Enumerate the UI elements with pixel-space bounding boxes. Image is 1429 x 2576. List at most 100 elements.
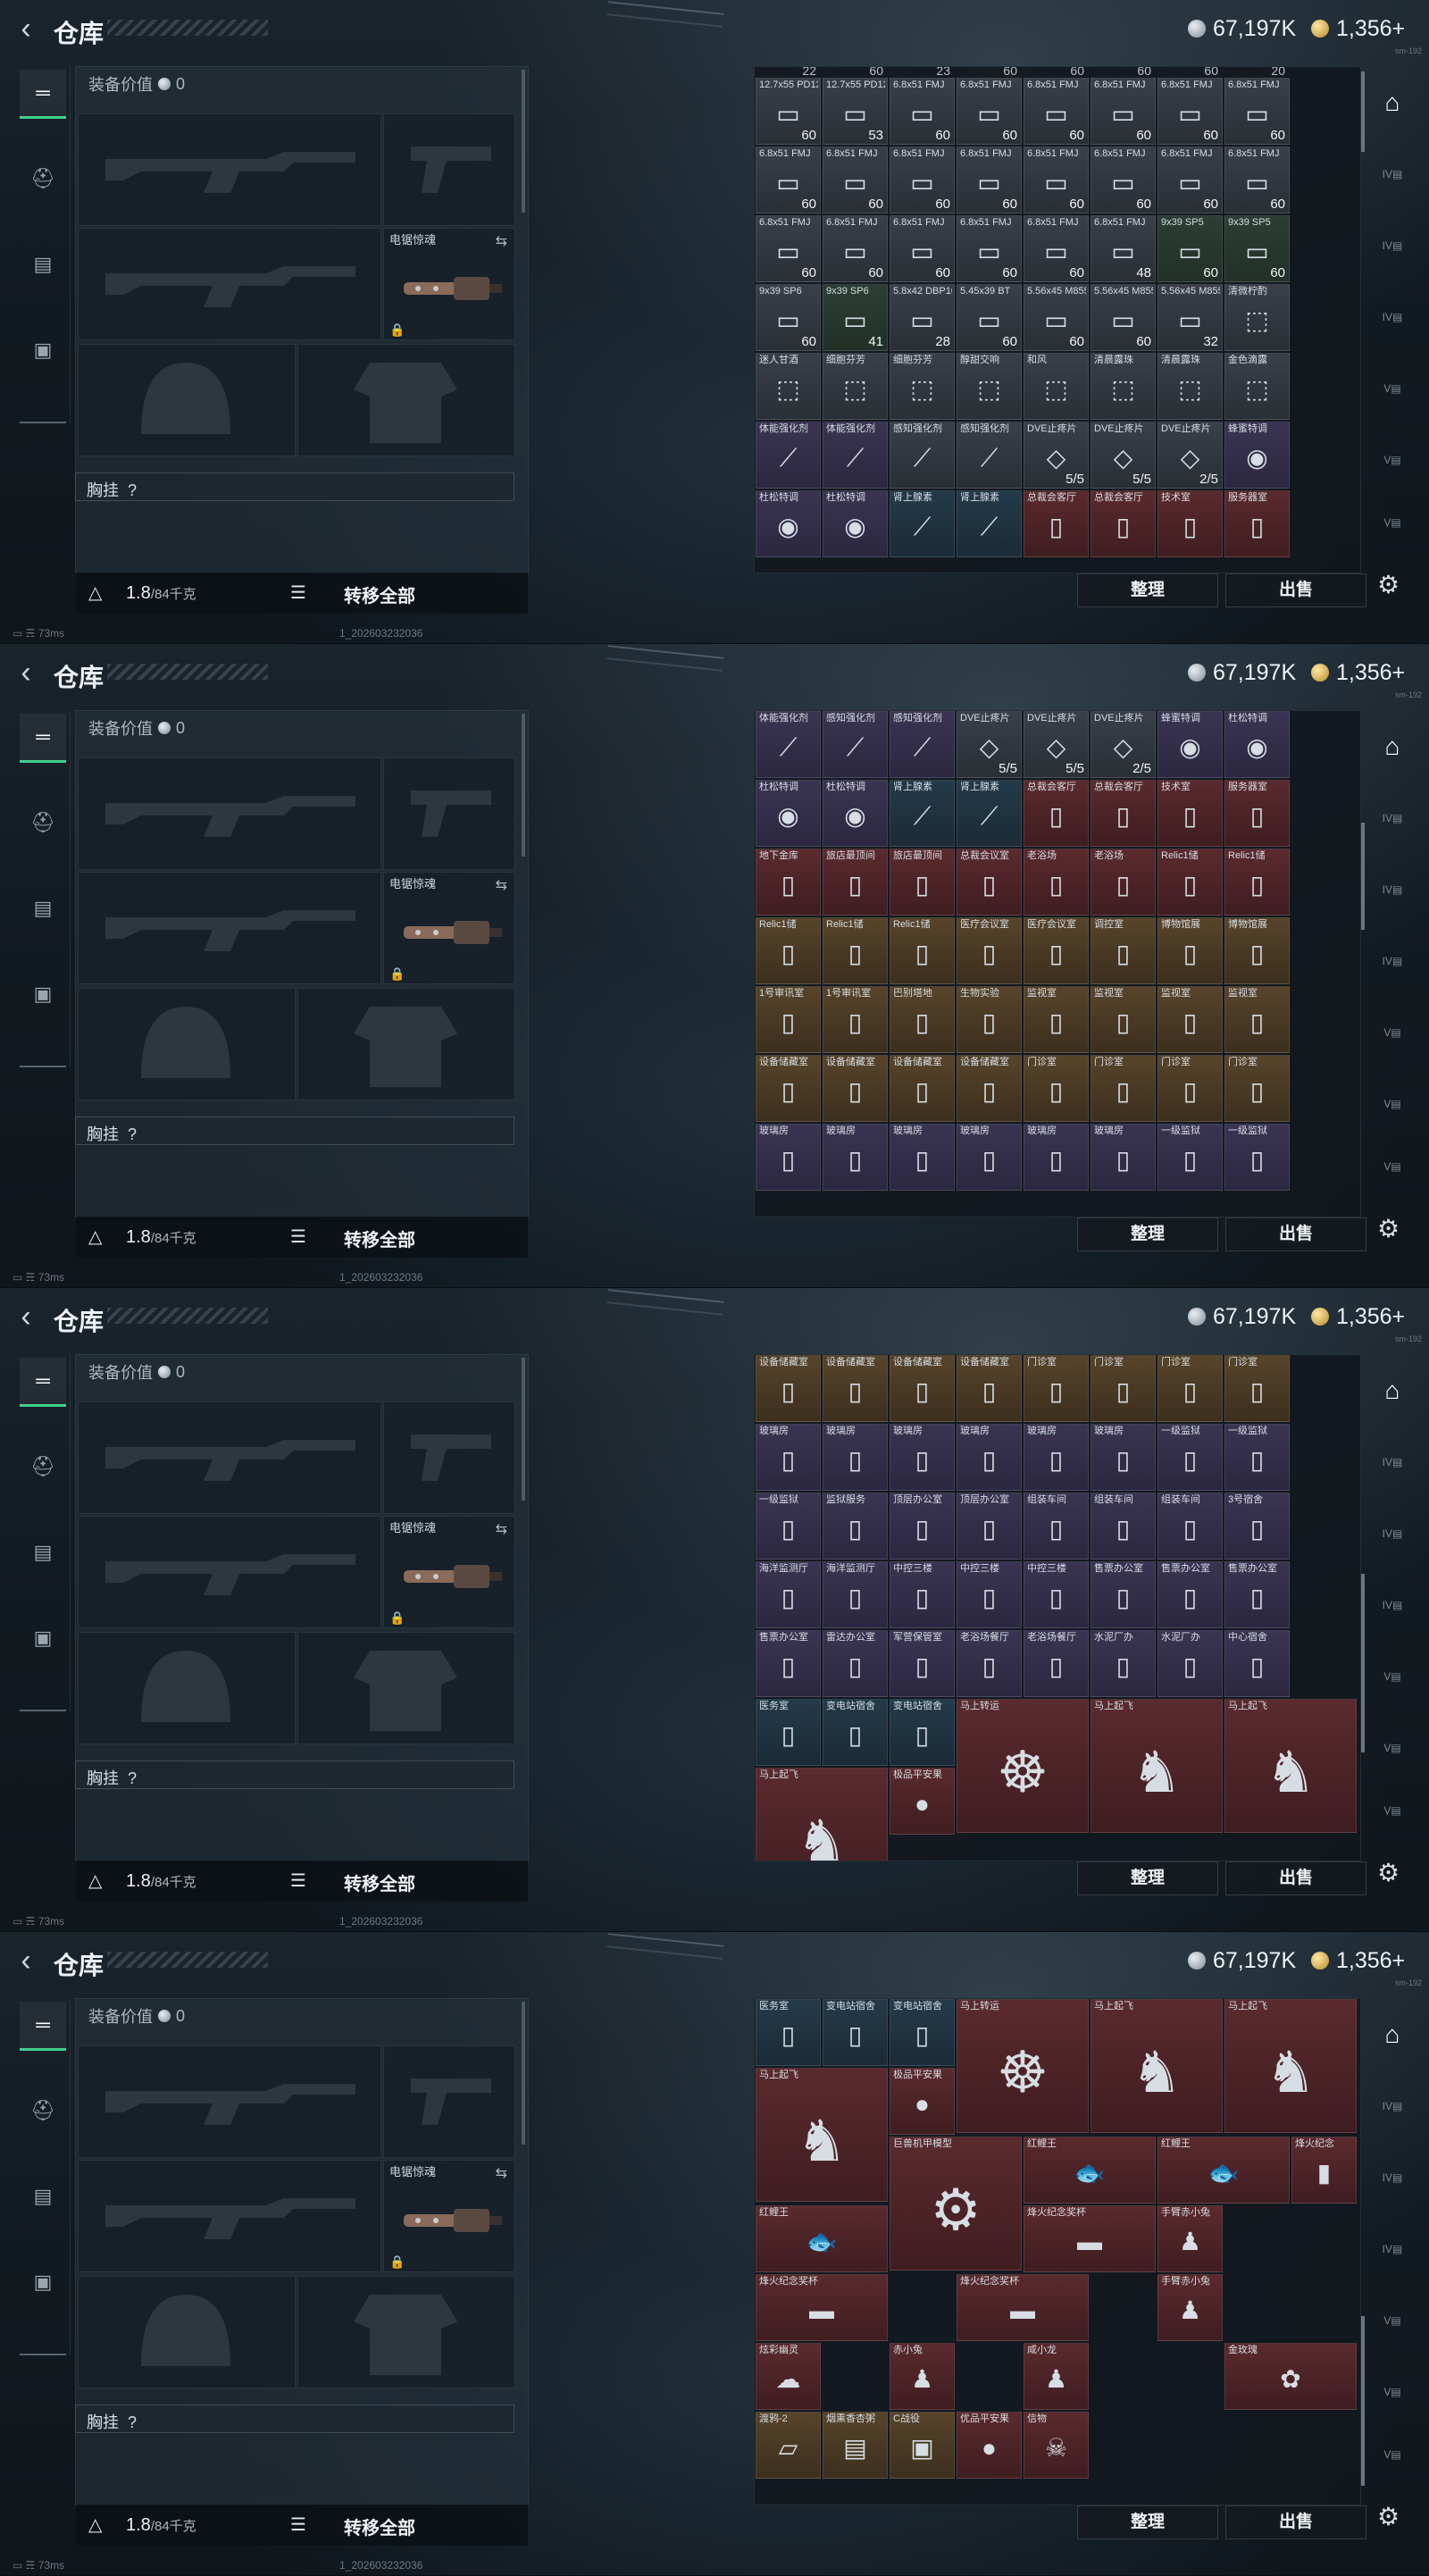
stash-item[interactable]: 马上起飞 ♞: [1091, 1999, 1223, 2133]
stash-item[interactable]: 赤小兔 ♟: [890, 2343, 955, 2410]
stash-item[interactable]: 清晨露珠 ⬚: [1157, 353, 1223, 420]
stash-item[interactable]: 老浴场餐厅 ▯: [1024, 1630, 1089, 1697]
stash-item[interactable]: 杜松特调 ◉: [756, 780, 821, 847]
stash-tab-3-icon[interactable]: IV▤: [1375, 1588, 1409, 1622]
stash-item[interactable]: 总裁会客厅 ▯: [1024, 490, 1089, 557]
weapon-tab-icon[interactable]: ═: [20, 2002, 66, 2051]
stash-item[interactable]: 6.8x51 FMJ ▭ 60: [823, 146, 888, 213]
stash-item[interactable]: 烽火纪念奖杯 ▬: [957, 2274, 1089, 2341]
stash-scrollbar[interactable]: [1361, 2316, 1365, 2486]
armor-tab-icon[interactable]: ▤: [20, 241, 66, 288]
stash-item[interactable]: 炫彩幽灵 ☁: [756, 2343, 821, 2410]
stash-item[interactable]: 总裁会客厅 ▯: [1024, 780, 1089, 847]
stash-item[interactable]: 一级监狱 ▯: [1224, 1424, 1290, 1491]
stash-item[interactable]: 售票办公室 ▯: [1224, 1561, 1290, 1628]
chest-rig-slot[interactable]: 胸挂 ?: [75, 1117, 514, 1145]
chest-rig-slot[interactable]: 胸挂 ?: [75, 2405, 514, 2433]
stash-item[interactable]: 金玫瑰 ✿: [1224, 2343, 1357, 2410]
stash-item[interactable]: 体能强化剂 ⟋: [823, 422, 888, 489]
stash-item[interactable]: 感知强化剂 ⟋: [890, 711, 955, 778]
stash-item[interactable]: 雷达办公室 ▯: [823, 1630, 888, 1697]
stash-item[interactable]: Relic1储 ▯: [756, 917, 821, 984]
stash-item[interactable]: 门诊室 ▯: [1091, 1055, 1156, 1122]
stash-item[interactable]: 玻璃房 ▯: [756, 1124, 821, 1191]
stash-item[interactable]: 老浴场 ▯: [1091, 849, 1156, 916]
sell-button[interactable]: 出售: [1225, 1217, 1366, 1251]
stash-item[interactable]: 手臂赤小兔 ♟: [1157, 2274, 1223, 2341]
stash-item[interactable]: 博物馆展 ▯: [1224, 917, 1290, 984]
stash-item[interactable]: C战役 ▣: [890, 2412, 955, 2479]
stash-item[interactable]: 体能强化剂 ⟋: [756, 422, 821, 489]
stash-tab-6-icon[interactable]: V▤: [1375, 1150, 1409, 1183]
stash-tab-2-icon[interactable]: IV▤: [1375, 873, 1409, 907]
transfer-all-button[interactable]: 转移全部: [344, 1225, 415, 1251]
primary-weapon-slot[interactable]: [78, 113, 381, 226]
stash-item[interactable]: 组装车间 ▯: [1024, 1493, 1089, 1560]
stash-item[interactable]: 技术室 ▯: [1157, 490, 1223, 557]
stash-item[interactable]: 6.8x51 FMJ ▭ 60: [1091, 78, 1156, 145]
stash-item[interactable]: DVE止疼片 ◇ 5/5: [1024, 422, 1089, 489]
primary-weapon-slot[interactable]: [78, 2045, 381, 2158]
stash-tab-1-icon[interactable]: IV▤: [1375, 157, 1409, 191]
stash-item[interactable]: 老浴场餐厅 ▯: [957, 1630, 1022, 1697]
helmet-tab-icon[interactable]: ⛑: [20, 799, 66, 846]
stash-tab-1-icon[interactable]: IV▤: [1375, 1445, 1409, 1479]
stash-home-icon[interactable]: ⌂: [1375, 86, 1409, 120]
sort-button[interactable]: 整理: [1077, 1861, 1218, 1895]
stash-item[interactable]: 杜松特调 ◉: [1224, 711, 1290, 778]
stash-item[interactable]: 9x39 SP5 ▭ 60: [1224, 215, 1290, 282]
gold-currency[interactable]: 1,356+: [1311, 16, 1405, 41]
stash-item[interactable]: 醇甜交响 ⬚: [957, 353, 1022, 420]
swap-icon[interactable]: ⇆: [496, 1520, 507, 1538]
melee-slot[interactable]: 电锯惊魂 ⇆ 🔒: [383, 2160, 515, 2272]
helmet-slot[interactable]: [78, 2276, 296, 2388]
stash-item[interactable]: 1号审讯室 ▯: [756, 986, 821, 1053]
armor-tab-icon[interactable]: ▤: [20, 1529, 66, 1576]
stash-tab-6-icon[interactable]: V▤: [1375, 1794, 1409, 1827]
stash-tab-2-icon[interactable]: IV▤: [1375, 229, 1409, 263]
stash-item[interactable]: 感知强化剂 ⟋: [957, 422, 1022, 489]
stash-tab-3-icon[interactable]: IV▤: [1375, 2232, 1409, 2266]
stash-item[interactable]: 军营保管室 ▯: [890, 1630, 955, 1697]
stash-tab-2-icon[interactable]: IV▤: [1375, 1517, 1409, 1551]
sell-button[interactable]: 出售: [1225, 573, 1366, 607]
helmet-tab-icon[interactable]: ⛑: [20, 155, 66, 202]
stash-item[interactable]: 清晨露珠 ⬚: [1091, 353, 1156, 420]
stash-item[interactable]: 玻璃房 ▯: [1091, 1124, 1156, 1191]
stash-item[interactable]: 红鲤王 🐟: [756, 2205, 888, 2272]
stash-item[interactable]: 3号宿舍 ▯: [1224, 1493, 1290, 1560]
stash-item[interactable]: 设备储藏室 ▯: [756, 1055, 821, 1122]
stash-item[interactable]: 巨兽机甲模型 ⚙: [890, 2137, 1022, 2271]
stash-tab-5-icon[interactable]: V▤: [1375, 1087, 1409, 1121]
stash-item[interactable]: 设备储藏室 ▯: [823, 1355, 888, 1422]
stash-tab-1-icon[interactable]: IV▤: [1375, 2089, 1409, 2123]
stash-item[interactable]: 变电站宿舍 ▯: [890, 1699, 955, 1766]
stash-item[interactable]: 医务室 ▯: [756, 1699, 821, 1766]
stash-item[interactable]: 监视室 ▯: [1091, 986, 1156, 1053]
stash-item[interactable]: 6.8x51 FMJ ▭ 60: [756, 146, 821, 213]
stash-item[interactable]: 门诊室 ▯: [1157, 1055, 1223, 1122]
stash-item[interactable]: 手臂赤小兔 ♟: [1157, 2205, 1223, 2272]
stash-item[interactable]: 6.8x51 FMJ ▭ 60: [957, 146, 1022, 213]
stash-tab-3-icon[interactable]: IV▤: [1375, 944, 1409, 978]
stash-item[interactable]: 马上起飞 ♞: [1224, 1699, 1357, 1833]
stash-item[interactable]: 6.8x51 FMJ ▭ 60: [1024, 78, 1089, 145]
melee-slot[interactable]: 电锯惊魂 ⇆ 🔒: [383, 1516, 515, 1628]
stash-item[interactable]: 组装车间 ▯: [1091, 1493, 1156, 1560]
stash-item[interactable]: DVE止疼片 ◇ 5/5: [1091, 422, 1156, 489]
stash-item[interactable]: 体能强化剂 ⟋: [756, 711, 821, 778]
stash-item[interactable]: 信物 ☠: [1024, 2412, 1089, 2479]
helmet-slot[interactable]: [78, 1632, 296, 1744]
stash-item[interactable]: Relic1储 ▯: [890, 917, 955, 984]
stash-item[interactable]: 6.8x51 FMJ ▭ 60: [957, 215, 1022, 282]
stash-item[interactable]: 一级监狱 ▯: [1224, 1124, 1290, 1191]
stash-item[interactable]: 6.8x51 FMJ ▭ 60: [1157, 78, 1223, 145]
stash-item[interactable]: 海洋监测厅 ▯: [823, 1561, 888, 1628]
stash-item[interactable]: 5.56x45 M855A1 ▭60: [1024, 284, 1089, 351]
swap-icon[interactable]: ⇆: [496, 2164, 507, 2182]
helmet-slot[interactable]: [78, 988, 296, 1100]
stash-item[interactable]: 6.8x51 FMJ ▭ 60: [1157, 146, 1223, 213]
gold-currency[interactable]: 1,356+: [1311, 1948, 1405, 1973]
gold-currency[interactable]: 1,356+: [1311, 660, 1405, 685]
stash-tab-2-icon[interactable]: IV▤: [1375, 2161, 1409, 2195]
